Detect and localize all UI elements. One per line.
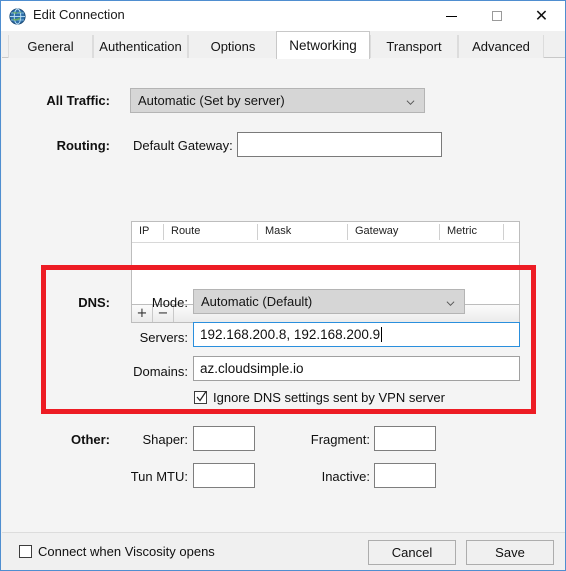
ignore-dns-checkbox[interactable] — [194, 391, 207, 404]
cancel-button-label: Cancel — [391, 545, 433, 560]
column-separator[interactable] — [439, 224, 440, 240]
all-traffic-label: All Traffic: — [46, 93, 110, 108]
close-button[interactable]: ✕ — [519, 1, 564, 31]
title-bar: Edit Connection ✕ — [1, 1, 565, 31]
maximize-button[interactable] — [474, 1, 519, 31]
other-label: Other: — [71, 432, 110, 447]
tun-mtu-label: Tun MTU: — [130, 469, 188, 484]
all-traffic-value: Automatic (Set by server) — [138, 93, 285, 108]
save-button-label: Save — [495, 545, 525, 560]
tab-label: Transport — [386, 39, 442, 54]
fragment-label: Fragment: — [310, 432, 370, 447]
column-separator[interactable] — [503, 224, 504, 240]
tab-label: Advanced — [472, 39, 530, 54]
routing-table-header: IP Route Mask Gateway Metric — [132, 222, 519, 243]
connect-on-open-label[interactable]: Connect when Viscosity opens — [38, 544, 215, 559]
chevron-down-icon — [406, 99, 415, 105]
edit-connection-dialog: Edit Connection ✕ General Authentication… — [0, 0, 566, 571]
fragment-input[interactable] — [374, 426, 436, 451]
dialog-footer: Connect when Viscosity opens Cancel Save — [2, 532, 565, 570]
tab-transport[interactable]: Transport — [370, 35, 458, 58]
chevron-down-icon — [446, 300, 455, 306]
maximize-icon — [491, 11, 502, 21]
column-header-route[interactable]: Route — [171, 225, 200, 237]
tab-label: Options — [210, 39, 256, 54]
tab-general[interactable]: General — [8, 35, 93, 58]
tab-advanced[interactable]: Advanced — [458, 35, 544, 58]
inactive-label: Inactive: — [321, 469, 370, 484]
networking-panel: All Traffic: Automatic (Set by server) R… — [2, 58, 565, 532]
save-button[interactable]: Save — [466, 540, 554, 565]
column-header-ip[interactable]: IP — [139, 225, 149, 237]
globe-icon — [9, 8, 26, 25]
tab-bar: General Authentication Options Networkin… — [2, 31, 565, 59]
dns-mode-value: Automatic (Default) — [201, 294, 313, 309]
minimize-icon — [446, 16, 457, 17]
connect-on-open-checkbox[interactable] — [19, 545, 32, 558]
dns-servers-value: 192.168.200.8, 192.168.200.9 — [200, 327, 381, 342]
tab-label: General — [27, 39, 74, 54]
dns-domains-value: az.cloudsimple.io — [200, 361, 304, 376]
column-header-mask[interactable]: Mask — [265, 225, 291, 237]
tab-label: Authentication — [99, 39, 182, 54]
routing-label: Routing: — [56, 138, 110, 153]
all-traffic-dropdown[interactable]: Automatic (Set by server) — [130, 88, 425, 113]
default-gateway-input[interactable] — [237, 132, 442, 157]
inactive-input[interactable] — [374, 463, 436, 488]
window-title: Edit Connection — [33, 7, 125, 22]
cancel-button[interactable]: Cancel — [368, 540, 456, 565]
tab-options[interactable]: Options — [188, 35, 278, 58]
dns-servers-input[interactable]: 192.168.200.8, 192.168.200.9 — [193, 322, 520, 347]
column-separator[interactable] — [347, 224, 348, 240]
tab-networking[interactable]: Networking — [276, 31, 370, 59]
dns-domains-input[interactable]: az.cloudsimple.io — [193, 356, 520, 381]
dns-mode-dropdown[interactable]: Automatic (Default) — [193, 289, 465, 314]
default-gateway-label: Default Gateway: — [133, 138, 233, 153]
tab-authentication[interactable]: Authentication — [93, 35, 188, 58]
ignore-dns-label[interactable]: Ignore DNS settings sent by VPN server — [213, 390, 445, 405]
close-icon: ✕ — [534, 6, 549, 25]
dns-servers-label: Servers: — [139, 330, 188, 345]
shaper-label: Shaper: — [142, 432, 188, 447]
column-header-metric[interactable]: Metric — [447, 225, 477, 237]
column-separator[interactable] — [163, 224, 164, 240]
dns-domains-label: Domains: — [133, 364, 188, 379]
minimize-button[interactable] — [429, 1, 474, 31]
column-header-gateway[interactable]: Gateway — [355, 225, 398, 237]
check-icon — [196, 391, 207, 402]
dns-mode-label: Mode: — [151, 295, 188, 310]
dns-label: DNS: — [78, 295, 110, 310]
column-separator[interactable] — [257, 224, 258, 240]
tab-label: Networking — [289, 38, 357, 53]
text-caret — [381, 327, 383, 342]
